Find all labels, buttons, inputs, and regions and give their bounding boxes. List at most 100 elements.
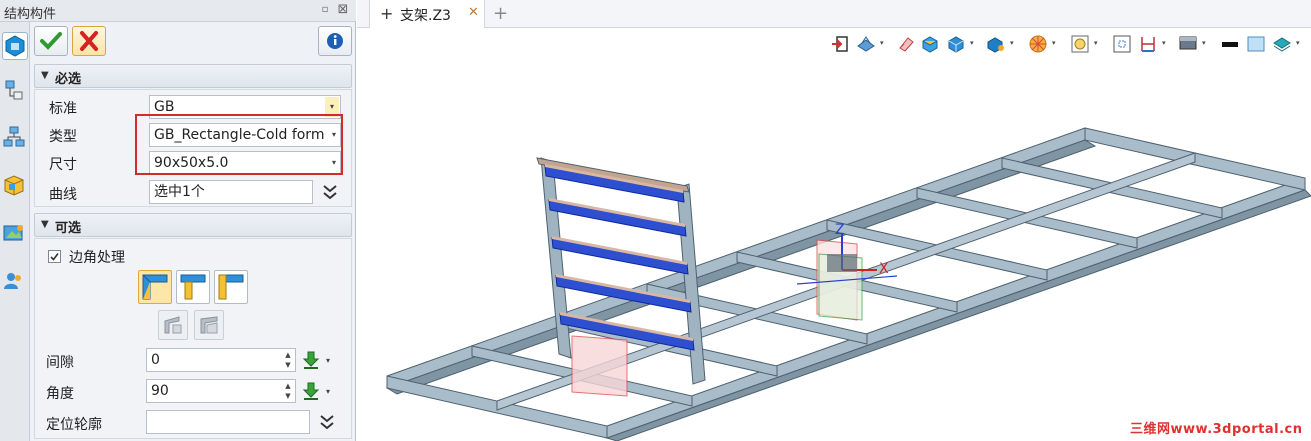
section-required-header[interactable]: ▼ 必选 [34,64,352,88]
curve-label: 曲线 [49,187,77,203]
curve-field[interactable]: 选中1个 [149,180,313,204]
dropdown-arrow-icon[interactable]: ▾ [1202,39,1206,47]
section-optional-label: 可选 [55,221,82,236]
spin-buttons[interactable]: ▲ ▼ [283,381,293,401]
double-chevron-icon[interactable] [321,182,339,202]
shaded-box-icon[interactable] [920,34,940,54]
side-tab-part[interactable] [2,172,28,200]
zoom-fit-icon[interactable] [1070,34,1090,54]
corner-miter-button[interactable] [138,270,172,304]
corner-butt1-button[interactable] [176,270,210,304]
dropdown-arrow-icon[interactable]: ▾ [970,39,974,47]
exit-icon[interactable] [830,34,850,54]
cancel-button[interactable] [72,26,106,56]
dropdown-arrow-icon[interactable]: ▾ [1052,39,1056,47]
dimension-icon[interactable] [1138,34,1158,54]
standard-value: GB [154,99,175,115]
zoom-window-icon[interactable] [1112,34,1132,54]
dropdown-arrow-icon[interactable]: ▾ [1010,39,1014,47]
panel-content: ▼ 必选 标准 GB ▾ 类型 GB_Rectangle-Cold form ▾… [32,22,354,441]
corner-cut-icon [164,316,182,334]
side-tab-user[interactable] [2,268,28,296]
side-tab-assembly[interactable] [2,124,28,152]
gap-input[interactable]: 0 ▲ ▼ [146,348,296,372]
side-tab-history[interactable] [2,78,28,106]
angle-label: 角度 [46,386,74,402]
pick-down-arrow-icon[interactable] [302,350,320,370]
dropdown-arrow-icon[interactable]: ▾ [880,39,884,47]
selected-beams[interactable] [544,165,695,351]
color-wheel-icon[interactable] [1028,34,1048,54]
view-toolbar: ▾ ▾ ▾ ▾ ▾ ▾ ▾ ▾ [820,30,1311,58]
render-icon[interactable] [986,34,1006,54]
spin-buttons[interactable]: ▲ ▼ [283,350,293,370]
profile-label: 定位轮廓 [46,417,102,433]
check-icon [40,32,62,50]
view-orient-icon[interactable] [856,34,876,54]
butt-corner-alt-icon [218,274,244,300]
dropdown-arrow-icon[interactable]: ▾ [326,387,330,396]
tree-icon [5,80,23,100]
x-mark-icon [80,31,98,51]
line-color-icon[interactable] [1220,34,1240,54]
axis-x-label: X [879,261,889,277]
display-mode-icon[interactable] [946,34,966,54]
section-optional-header[interactable]: ▼ 可选 [34,213,352,237]
spin-down-icon[interactable]: ▼ [285,361,290,369]
corner-label: 边角处理 [69,250,125,266]
panel-title: 结构构件 [4,7,57,22]
cube-icon [5,35,25,57]
tab-document[interactable]: + 支架.Z3 ✕ [369,0,485,28]
user-icon [4,273,21,289]
watermark-text: 三维网www.3dportal.cn [1130,422,1303,437]
axis-z-label: Z [835,222,845,238]
face-color-icon[interactable] [1246,34,1266,54]
box-icon [4,175,24,196]
panel-title-bar: 结构构件 ▫ ⊠ [0,0,356,22]
miter-corner-icon [142,274,168,300]
section-optional-body: 边角处理 [34,238,352,439]
spin-up-icon[interactable]: ▲ [285,382,290,390]
collapse-triangle-icon: ▼ [41,70,49,81]
angle-value: 90 [151,383,169,399]
curve-value: 选中1个 [154,184,205,200]
pick-down-arrow-icon[interactable] [302,381,320,401]
side-tab-feature[interactable] [2,32,28,60]
close-icon[interactable]: ⊠ [336,3,350,17]
new-tab-button[interactable]: + [493,3,508,24]
angle-input[interactable]: 90 ▲ ▼ [146,379,296,403]
modified-plus-icon: + [380,4,394,23]
tab-close-icon[interactable]: ✕ [468,5,479,20]
corner-option-a-button[interactable] [158,310,188,340]
side-tab-strip [0,22,30,441]
section-required-label: 必选 [55,72,82,87]
gap-value: 0 [151,352,160,368]
corner-butt2-button[interactable] [214,270,248,304]
standard-label: 标准 [49,101,77,117]
double-chevron-icon[interactable] [318,412,336,432]
construction-plane [571,335,628,397]
corner-option-b-button[interactable] [194,310,224,340]
profile-field[interactable] [146,410,310,434]
eraser-icon[interactable] [896,34,916,54]
info-button[interactable] [318,26,352,56]
3d-viewport[interactable]: Z X [357,58,1311,441]
info-icon [327,33,343,49]
gap-label: 间隙 [46,355,74,371]
ok-button[interactable] [34,26,68,56]
dropdown-arrow-icon[interactable]: ▾ [1094,39,1098,47]
spin-down-icon[interactable]: ▼ [285,392,290,400]
dropdown-arrow-icon[interactable]: ▾ [326,356,330,365]
structure-member-panel: 结构构件 ▫ ⊠ ▼ 必选 标准 GB ▾ 类型 GB_Rectangle-Co… [0,0,356,441]
background-icon[interactable] [1178,34,1198,54]
dropdown-arrow-icon[interactable]: ▾ [1162,39,1166,47]
corner-join-icon [200,316,218,334]
document-tab-bar: + 支架.Z3 ✕ + [357,0,1311,28]
frame-model[interactable]: Z X [357,58,1311,441]
layer-icon[interactable] [1272,34,1292,54]
spin-up-icon[interactable]: ▲ [285,351,290,359]
pin-icon[interactable]: ▫ [319,4,331,16]
dropdown-arrow-icon[interactable]: ▾ [1296,39,1300,47]
corner-checkbox[interactable] [48,250,61,263]
side-tab-view[interactable] [2,220,28,248]
